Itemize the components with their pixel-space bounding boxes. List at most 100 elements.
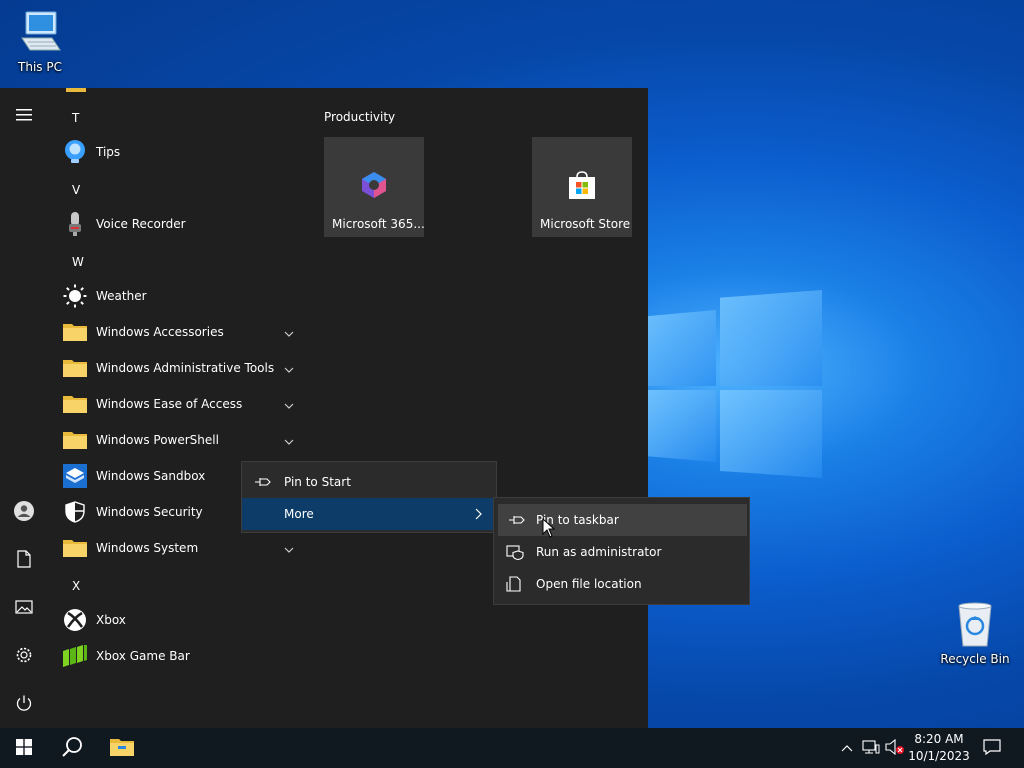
letter-header-x[interactable]: X (72, 579, 80, 593)
letter-header-w[interactable]: W (72, 255, 84, 269)
folder-icon (62, 355, 88, 381)
search-button[interactable] (48, 728, 96, 768)
file-location-icon (506, 576, 524, 592)
taskbar-clock[interactable]: 8:20 AM 10/1/2023 (908, 731, 970, 765)
app-item-windows-administrative-tools[interactable]: Windows Administrative Tools (60, 350, 308, 386)
user-icon (13, 500, 35, 525)
volume-button[interactable] (884, 728, 906, 768)
microsoft-365-icon (359, 170, 389, 203)
folder-icon (66, 88, 86, 92)
clock-date: 10/1/2023 (908, 749, 970, 763)
app-label: Windows Ease of Access (96, 397, 243, 411)
show-hidden-icons-button[interactable] (838, 728, 856, 768)
menu-item-pin-to-start[interactable]: Pin to Start (242, 466, 496, 498)
action-center-button[interactable] (976, 728, 1008, 768)
pin-icon (508, 512, 526, 528)
power-button[interactable] (0, 680, 48, 728)
app-list: T Tips V Voice Recorder W Weather Window… (48, 88, 316, 728)
shield-icon (62, 499, 88, 525)
recycle-bin-icon (953, 600, 997, 648)
mouse-cursor (542, 517, 556, 541)
folder-icon (62, 427, 88, 453)
windows-wallpaper-logo (648, 290, 824, 480)
hamburger-icon (16, 108, 32, 124)
sandbox-icon (62, 463, 88, 489)
notification-icon (983, 738, 1001, 758)
tile-microsoft-365[interactable]: Microsoft 365... (324, 137, 425, 237)
settings-button[interactable] (0, 632, 48, 680)
app-context-menu: Pin to Start More (241, 461, 497, 533)
app-item-windows-system[interactable]: Windows System (60, 530, 308, 566)
chevron-up-icon (841, 741, 853, 755)
app-item-xbox-game-bar[interactable]: Xbox Game Bar (60, 638, 308, 674)
letter-header-t[interactable]: T (72, 111, 79, 125)
app-label: Weather (96, 289, 147, 303)
document-icon (17, 549, 31, 571)
menu-item-label: More (284, 507, 314, 521)
app-item-tips[interactable]: Tips (60, 134, 308, 170)
app-label: Tips (96, 145, 121, 159)
documents-button[interactable] (0, 536, 48, 584)
taskbar: 8:20 AM 10/1/2023 (0, 728, 1024, 768)
app-label: Windows Administrative Tools (96, 361, 275, 375)
app-item-windows-ease-of-access[interactable]: Windows Ease of Access (60, 386, 308, 422)
expand-menu-button[interactable] (0, 92, 48, 140)
chevron-down-icon[interactable] (284, 362, 294, 376)
app-label: Windows Accessories (96, 325, 224, 339)
network-icon (862, 739, 880, 758)
microphone-icon (62, 211, 88, 237)
windows-logo-icon (16, 738, 32, 758)
pin-icon (254, 474, 272, 490)
menu-item-pin-to-taskbar[interactable]: Pin to taskbar (498, 504, 747, 536)
tips-icon (62, 139, 88, 165)
volume-muted-icon (885, 738, 905, 758)
user-account-button[interactable] (0, 488, 48, 536)
letter-header-v[interactable]: V (72, 183, 80, 197)
network-button[interactable] (860, 728, 882, 768)
tile-label: Microsoft 365... (332, 217, 425, 231)
app-item-windows-accessories[interactable]: Windows Accessories (60, 314, 308, 350)
chevron-right-icon (475, 508, 482, 523)
taskbar-file-explorer[interactable] (98, 728, 146, 768)
desktop-icon-this-pc[interactable]: This PC (2, 8, 78, 74)
app-label: Windows Security (96, 505, 203, 519)
app-item-weather[interactable]: Weather (60, 278, 308, 314)
weather-icon (62, 283, 88, 309)
start-menu: T Tips V Voice Recorder W Weather Window… (0, 88, 648, 728)
menu-item-open-file-location[interactable]: Open file location (494, 568, 749, 600)
game-bar-icon (62, 643, 88, 669)
app-label: Windows PowerShell (96, 433, 219, 447)
menu-item-label: Run as administrator (536, 545, 662, 559)
desktop-icon-recycle-bin[interactable]: Recycle Bin (937, 600, 1013, 666)
desktop-icon-label: This PC (18, 60, 62, 74)
clock-time: 8:20 AM (914, 732, 964, 746)
chevron-down-icon[interactable] (284, 326, 294, 340)
admin-shield-icon (506, 544, 524, 561)
file-explorer-icon (110, 737, 134, 760)
app-item-xbox[interactable]: Xbox (60, 602, 308, 638)
search-icon (61, 736, 83, 761)
app-item-voice-recorder[interactable]: Voice Recorder (60, 206, 308, 242)
app-label: Windows Sandbox (96, 469, 206, 483)
menu-item-label: Pin to Start (284, 475, 351, 489)
more-submenu: Pin to taskbar Run as administrator Open… (493, 497, 750, 605)
folder-icon (62, 535, 88, 561)
tile-microsoft-store[interactable]: Microsoft Store (532, 137, 632, 237)
tile-group-title: Productivity (324, 110, 396, 124)
chevron-down-icon[interactable] (284, 398, 294, 412)
menu-item-more[interactable]: More (242, 498, 496, 530)
computer-icon (16, 8, 64, 56)
tile-label: Microsoft Store (540, 217, 631, 231)
app-label: Xbox (96, 613, 126, 627)
pictures-icon (15, 599, 33, 617)
xbox-icon (62, 607, 88, 633)
menu-item-run-as-administrator[interactable]: Run as administrator (494, 536, 749, 568)
app-item-windows-powershell[interactable]: Windows PowerShell (60, 422, 308, 458)
pictures-button[interactable] (0, 584, 48, 632)
folder-icon (62, 391, 88, 417)
chevron-down-icon[interactable] (284, 434, 294, 448)
start-rail (0, 88, 48, 728)
power-icon (15, 694, 33, 715)
chevron-down-icon[interactable] (284, 542, 294, 556)
start-button[interactable] (0, 728, 48, 768)
